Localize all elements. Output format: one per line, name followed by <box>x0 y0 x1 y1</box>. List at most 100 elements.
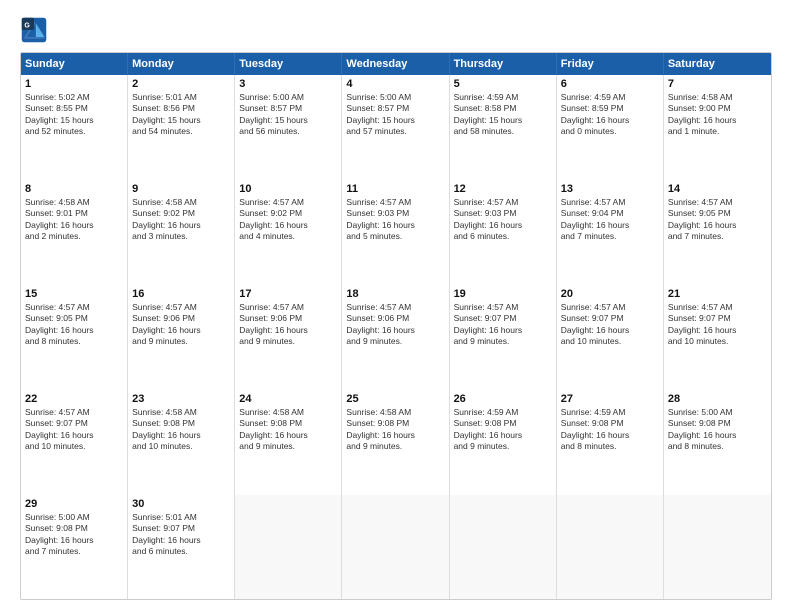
day-number: 4 <box>346 78 444 90</box>
day-number: 22 <box>25 393 123 405</box>
day-cell-16: 16 Sunrise: 4:57 AM Sunset: 9:06 PM Dayli… <box>128 285 235 390</box>
calendar-row-4: 29 Sunrise: 5:00 AM Sunset: 9:08 PM Dayli… <box>21 495 771 600</box>
empty-cell <box>557 495 664 600</box>
day-number: 3 <box>239 78 337 90</box>
day-cell-21: 21 Sunrise: 4:57 AM Sunset: 9:07 PM Dayli… <box>664 285 771 390</box>
day-cell-13: 13 Sunrise: 4:57 AM Sunset: 9:04 PM Dayli… <box>557 180 664 285</box>
calendar: SundayMondayTuesdayWednesdayThursdayFrid… <box>20 52 772 600</box>
day-number: 21 <box>668 288 767 300</box>
calendar-row-0: 1 Sunrise: 5:02 AM Sunset: 8:55 PM Daylig… <box>21 75 771 180</box>
day-cell-12: 12 Sunrise: 4:57 AM Sunset: 9:03 PM Dayli… <box>450 180 557 285</box>
day-cell-17: 17Sunrise: 4:57 AM Sunset: 9:06 PM Dayli… <box>235 285 342 390</box>
day-info: Sunrise: 4:59 AM Sunset: 8:59 PM Dayligh… <box>561 92 659 138</box>
day-info: Sunrise: 4:57 AM Sunset: 9:03 PM Dayligh… <box>454 197 552 243</box>
day-info: Sunrise: 5:01 AM Sunset: 9:07 PM Dayligh… <box>132 512 230 558</box>
day-cell-28: 28 Sunrise: 5:00 AM Sunset: 9:08 PM Dayli… <box>664 390 771 495</box>
day-info: Sunrise: 4:57 AM Sunset: 9:07 PM Dayligh… <box>25 407 123 453</box>
day-header-wednesday: Wednesday <box>342 53 449 75</box>
day-number: 28 <box>668 393 767 405</box>
day-info: Sunrise: 4:57 AM Sunset: 9:07 PM Dayligh… <box>561 302 659 348</box>
calendar-body: 1 Sunrise: 5:02 AM Sunset: 8:55 PM Daylig… <box>21 75 771 600</box>
day-number: 7 <box>668 78 767 90</box>
day-cell-7: 7 Sunrise: 4:58 AM Sunset: 9:00 PM Daylig… <box>664 75 771 180</box>
day-cell-8: 8 Sunrise: 4:58 AM Sunset: 9:01 PM Daylig… <box>21 180 128 285</box>
day-number: 29 <box>25 498 123 510</box>
day-cell-23: 23Sunrise: 4:58 AM Sunset: 9:08 PM Dayli… <box>128 390 235 495</box>
day-number: 6 <box>561 78 659 90</box>
day-info: Sunrise: 4:58 AM Sunset: 9:08 PM Dayligh… <box>239 407 337 453</box>
day-header-thursday: Thursday <box>450 53 557 75</box>
day-cell-11: 11 Sunrise: 4:57 AM Sunset: 9:03 PM Dayli… <box>342 180 449 285</box>
day-info: Sunrise: 5:00 AM Sunset: 8:57 PM Dayligh… <box>239 92 337 138</box>
day-info: Sunrise: 4:58 AM Sunset: 9:00 PM Dayligh… <box>668 92 767 138</box>
header: G <box>20 16 772 44</box>
day-info: Sunrise: 5:01 AM Sunset: 8:56 PM Dayligh… <box>132 92 230 138</box>
logo-icon: G <box>20 16 48 44</box>
day-info: Sunrise: 4:58 AM Sunset: 9:01 PM Dayligh… <box>25 197 123 243</box>
day-info: Sunrise: 4:59 AM Sunset: 9:08 PM Dayligh… <box>454 407 552 453</box>
calendar-row-1: 8 Sunrise: 4:58 AM Sunset: 9:01 PM Daylig… <box>21 180 771 285</box>
day-info: Sunrise: 5:00 AM Sunset: 9:08 PM Dayligh… <box>25 512 123 558</box>
day-number: 1 <box>25 78 123 90</box>
day-cell-29: 29 Sunrise: 5:00 AM Sunset: 9:08 PM Dayli… <box>21 495 128 600</box>
day-info: Sunrise: 4:58 AM Sunset: 9:02 PM Dayligh… <box>132 197 230 243</box>
day-header-friday: Friday <box>557 53 664 75</box>
day-info: Sunrise: 4:57 AM Sunset: 9:06 PM Dayligh… <box>239 302 337 348</box>
day-cell-1: 1 Sunrise: 5:02 AM Sunset: 8:55 PM Daylig… <box>21 75 128 180</box>
day-info: Sunrise: 4:57 AM Sunset: 9:07 PM Dayligh… <box>454 302 552 348</box>
day-number: 13 <box>561 183 659 195</box>
day-number: 27 <box>561 393 659 405</box>
empty-cell <box>450 495 557 600</box>
day-cell-6: 6 Sunrise: 4:59 AM Sunset: 8:59 PM Daylig… <box>557 75 664 180</box>
day-number: 11 <box>346 183 444 195</box>
day-header-saturday: Saturday <box>664 53 771 75</box>
day-info: Sunrise: 4:57 AM Sunset: 9:02 PM Dayligh… <box>239 197 337 243</box>
day-number: 23 <box>132 393 230 405</box>
day-number: 26 <box>454 393 552 405</box>
day-cell-2: 2 Sunrise: 5:01 AM Sunset: 8:56 PM Daylig… <box>128 75 235 180</box>
day-header-sunday: Sunday <box>21 53 128 75</box>
day-info: Sunrise: 4:57 AM Sunset: 9:03 PM Dayligh… <box>346 197 444 243</box>
day-cell-5: 5Sunrise: 4:59 AM Sunset: 8:58 PM Daylig… <box>450 75 557 180</box>
day-cell-30: 30 Sunrise: 5:01 AM Sunset: 9:07 PM Dayli… <box>128 495 235 600</box>
day-number: 9 <box>132 183 230 195</box>
day-number: 24 <box>239 393 337 405</box>
day-info: Sunrise: 4:59 AM Sunset: 9:08 PM Dayligh… <box>561 407 659 453</box>
calendar-row-2: 15 Sunrise: 4:57 AM Sunset: 9:05 PM Dayli… <box>21 285 771 390</box>
day-info: Sunrise: 4:59 AM Sunset: 8:58 PM Dayligh… <box>454 92 552 138</box>
logo: G <box>20 16 52 44</box>
day-info: Sunrise: 4:57 AM Sunset: 9:06 PM Dayligh… <box>346 302 444 348</box>
day-number: 8 <box>25 183 123 195</box>
day-info: Sunrise: 4:57 AM Sunset: 9:05 PM Dayligh… <box>668 197 767 243</box>
empty-cell <box>342 495 449 600</box>
page: G SundayMondayTuesdayWednesdayThursdayFr… <box>0 0 792 612</box>
day-info: Sunrise: 5:02 AM Sunset: 8:55 PM Dayligh… <box>25 92 123 138</box>
day-number: 15 <box>25 288 123 300</box>
day-number: 2 <box>132 78 230 90</box>
day-info: Sunrise: 4:57 AM Sunset: 9:05 PM Dayligh… <box>25 302 123 348</box>
day-number: 16 <box>132 288 230 300</box>
day-cell-3: 3 Sunrise: 5:00 AM Sunset: 8:57 PM Daylig… <box>235 75 342 180</box>
day-info: Sunrise: 4:57 AM Sunset: 9:04 PM Dayligh… <box>561 197 659 243</box>
day-number: 10 <box>239 183 337 195</box>
day-info: Sunrise: 4:57 AM Sunset: 9:07 PM Dayligh… <box>668 302 767 348</box>
day-number: 12 <box>454 183 552 195</box>
day-cell-26: 26 Sunrise: 4:59 AM Sunset: 9:08 PM Dayli… <box>450 390 557 495</box>
day-cell-27: 27 Sunrise: 4:59 AM Sunset: 9:08 PM Dayli… <box>557 390 664 495</box>
day-number: 14 <box>668 183 767 195</box>
day-cell-10: 10 Sunrise: 4:57 AM Sunset: 9:02 PM Dayli… <box>235 180 342 285</box>
day-info: Sunrise: 4:57 AM Sunset: 9:06 PM Dayligh… <box>132 302 230 348</box>
day-number: 19 <box>454 288 552 300</box>
day-cell-25: 25Sunrise: 4:58 AM Sunset: 9:08 PM Dayli… <box>342 390 449 495</box>
day-cell-4: 4 Sunrise: 5:00 AM Sunset: 8:57 PM Daylig… <box>342 75 449 180</box>
day-cell-24: 24 Sunrise: 4:58 AM Sunset: 9:08 PM Dayli… <box>235 390 342 495</box>
day-cell-19: 19 Sunrise: 4:57 AM Sunset: 9:07 PM Dayli… <box>450 285 557 390</box>
day-cell-18: 18Sunrise: 4:57 AM Sunset: 9:06 PM Dayli… <box>342 285 449 390</box>
day-header-tuesday: Tuesday <box>235 53 342 75</box>
day-info: Sunrise: 5:00 AM Sunset: 9:08 PM Dayligh… <box>668 407 767 453</box>
day-info: Sunrise: 5:00 AM Sunset: 8:57 PM Dayligh… <box>346 92 444 138</box>
day-number: 30 <box>132 498 230 510</box>
day-cell-20: 20Sunrise: 4:57 AM Sunset: 9:07 PM Dayli… <box>557 285 664 390</box>
calendar-header: SundayMondayTuesdayWednesdayThursdayFrid… <box>21 53 771 75</box>
day-cell-14: 14 Sunrise: 4:57 AM Sunset: 9:05 PM Dayli… <box>664 180 771 285</box>
